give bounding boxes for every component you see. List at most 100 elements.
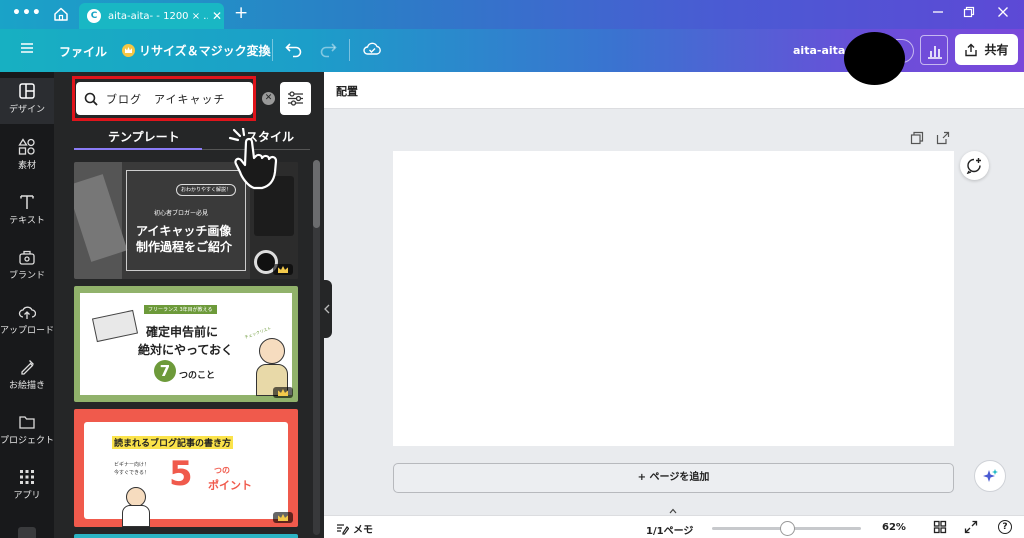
- notes-button[interactable]: メモ: [336, 521, 373, 536]
- browser-menu-icon[interactable]: •••: [12, 5, 42, 21]
- resize-label: リサイズ＆マジック変換: [139, 44, 271, 58]
- template-title-line1: 確定申告前に: [146, 325, 219, 339]
- share-button[interactable]: 共有: [955, 34, 1018, 65]
- rail-item-elements[interactable]: 素材: [0, 134, 54, 180]
- share-label: 共有: [984, 43, 1009, 57]
- insights-button[interactable]: [920, 35, 948, 65]
- brand-icon: [19, 250, 35, 265]
- pointing-hand-icon: [228, 128, 278, 190]
- left-nav-rail: デザイン 素材 テキスト ブランド アップロード お絵描き プロジェクト アプリ: [0, 72, 54, 538]
- redo-icon[interactable]: [318, 39, 338, 59]
- template-card[interactable]: 読まれるブログ記事の書き方 ビギナー向け！ 今すぐできる！ 5 つの ポイント …: [74, 409, 298, 527]
- template-tag: フリーランス 3年目が教える: [144, 305, 217, 314]
- active-tab-indicator: [74, 148, 202, 150]
- rail-item-design[interactable]: デザイン: [0, 78, 54, 124]
- template-title: 読まれるブログ記事の書き方: [112, 436, 234, 449]
- rail-bottom-item[interactable]: [18, 527, 36, 538]
- minimize-icon[interactable]: [932, 6, 944, 18]
- template-title-line2: 制作過程をご紹介: [136, 240, 233, 254]
- new-tab-button[interactable]: +: [234, 3, 248, 23]
- sparkle-icon: [983, 469, 998, 482]
- template-title-line1: アイキャッチ画像: [136, 224, 232, 238]
- zoom-slider[interactable]: [712, 521, 861, 536]
- pro-crown-icon: [273, 387, 293, 398]
- notes-label: メモ: [353, 525, 373, 536]
- divider: [272, 39, 273, 61]
- layout-icon: [19, 83, 35, 99]
- design-page[interactable]: [393, 151, 954, 446]
- notes-icon: [337, 524, 349, 535]
- scrollbar-thumb[interactable]: [313, 160, 320, 228]
- fullscreen-icon[interactable]: [964, 520, 978, 534]
- collapse-panel-handle[interactable]: [322, 280, 332, 338]
- duplicate-page-icon[interactable]: [910, 131, 924, 145]
- grid-view-icon[interactable]: [933, 520, 947, 534]
- zoom-level[interactable]: 62%: [882, 522, 906, 533]
- comment-button[interactable]: [960, 151, 989, 180]
- rail-label: お絵描き: [8, 381, 45, 391]
- shapes-icon: [18, 138, 35, 155]
- rail-item-projects[interactable]: プロジェクト: [0, 409, 54, 455]
- rail-item-uploads[interactable]: アップロード: [0, 299, 54, 345]
- person-face-graphic: [126, 487, 146, 507]
- close-window-icon[interactable]: [997, 6, 1009, 18]
- add-page-button[interactable]: + ページを追加: [393, 463, 954, 493]
- template-sub1: ビギナー向け！: [114, 462, 150, 468]
- template-title-line2: 絶対にやっておく: [138, 343, 234, 357]
- panel-scrollbar[interactable]: [313, 160, 320, 535]
- template-date: 2030.06.20: [244, 513, 273, 519]
- tab-templates[interactable]: テンプレート: [108, 128, 180, 145]
- avatar[interactable]: [844, 32, 905, 85]
- template-badge: おわかりやすく解説！: [176, 184, 236, 196]
- template-subtitle: 初心者ブロガー必見: [154, 210, 209, 217]
- close-tab-icon[interactable]: ✕: [212, 9, 222, 23]
- template-card[interactable]: [74, 534, 298, 538]
- resize-magic-switch-button[interactable]: リサイズ＆マジック変換: [122, 42, 271, 59]
- file-menu[interactable]: ファイル: [59, 43, 107, 60]
- hamburger-menu-icon[interactable]: [20, 41, 34, 55]
- page-indicator[interactable]: 1/1ページ: [646, 522, 693, 537]
- canvas-toolbar: 配置: [324, 72, 1024, 109]
- rail-item-draw[interactable]: お絵描き: [0, 354, 54, 400]
- template-point: ポイント: [208, 479, 252, 492]
- bottom-status-bar: メモ 1/1ページ 62% ?: [324, 508, 1024, 538]
- rail-item-brand[interactable]: ブランド: [0, 244, 54, 290]
- draw-icon: [21, 360, 34, 375]
- tab-title: aita-aita- - 1200 × ...: [108, 10, 208, 22]
- person-body-graphic: [122, 505, 150, 527]
- chevron-up-icon[interactable]: [669, 508, 677, 514]
- template-number: 7: [154, 360, 176, 382]
- undo-icon[interactable]: [284, 39, 304, 59]
- rail-label: デザイン: [8, 105, 45, 115]
- annotation-highlight-box: [72, 76, 256, 121]
- rail-item-apps[interactable]: アプリ: [0, 464, 54, 510]
- arrange-button[interactable]: 配置: [336, 83, 358, 99]
- template-card[interactable]: フリーランス 3年目が教える 確定申告前に 絶対にやっておく 7 つのこと チェ…: [74, 286, 298, 402]
- clear-search-icon[interactable]: ✕: [262, 92, 275, 105]
- pro-crown-icon: [273, 512, 293, 523]
- add-page-icon[interactable]: [936, 131, 950, 145]
- rail-label: テキスト: [9, 216, 45, 226]
- filter-button[interactable]: [280, 82, 311, 115]
- zoom-slider-thumb[interactable]: [780, 521, 795, 536]
- template-small: つの: [214, 466, 230, 475]
- browser-tab[interactable]: C aita-aita- - 1200 × ... ✕: [79, 3, 224, 29]
- home-icon[interactable]: [53, 6, 69, 22]
- template-tail: つのこと: [179, 371, 216, 381]
- template-sub2: 今すぐできる！: [114, 470, 149, 476]
- rail-item-text[interactable]: テキスト: [0, 189, 54, 235]
- editor-header: ファイル リサイズ＆マジック変換 aita-aita- 共有: [0, 29, 1024, 85]
- magic-assistant-button[interactable]: [974, 460, 1006, 492]
- canva-editor: ••• C aita-aita- - 1200 × ... ✕ + ファイル リ…: [0, 0, 1024, 538]
- rail-label: ブランド: [8, 271, 45, 281]
- crown-icon: [122, 44, 135, 57]
- help-button[interactable]: ?: [998, 520, 1012, 534]
- rail-label: プロジェクト: [0, 436, 55, 446]
- folder-icon: [19, 416, 35, 429]
- upload-icon: [18, 306, 36, 319]
- cloud-saved-icon[interactable]: [362, 39, 382, 59]
- restore-icon[interactable]: [963, 6, 975, 18]
- rail-label: アップロード: [0, 326, 55, 336]
- chevron-left-icon: [324, 304, 330, 314]
- sliders-icon: [288, 91, 303, 106]
